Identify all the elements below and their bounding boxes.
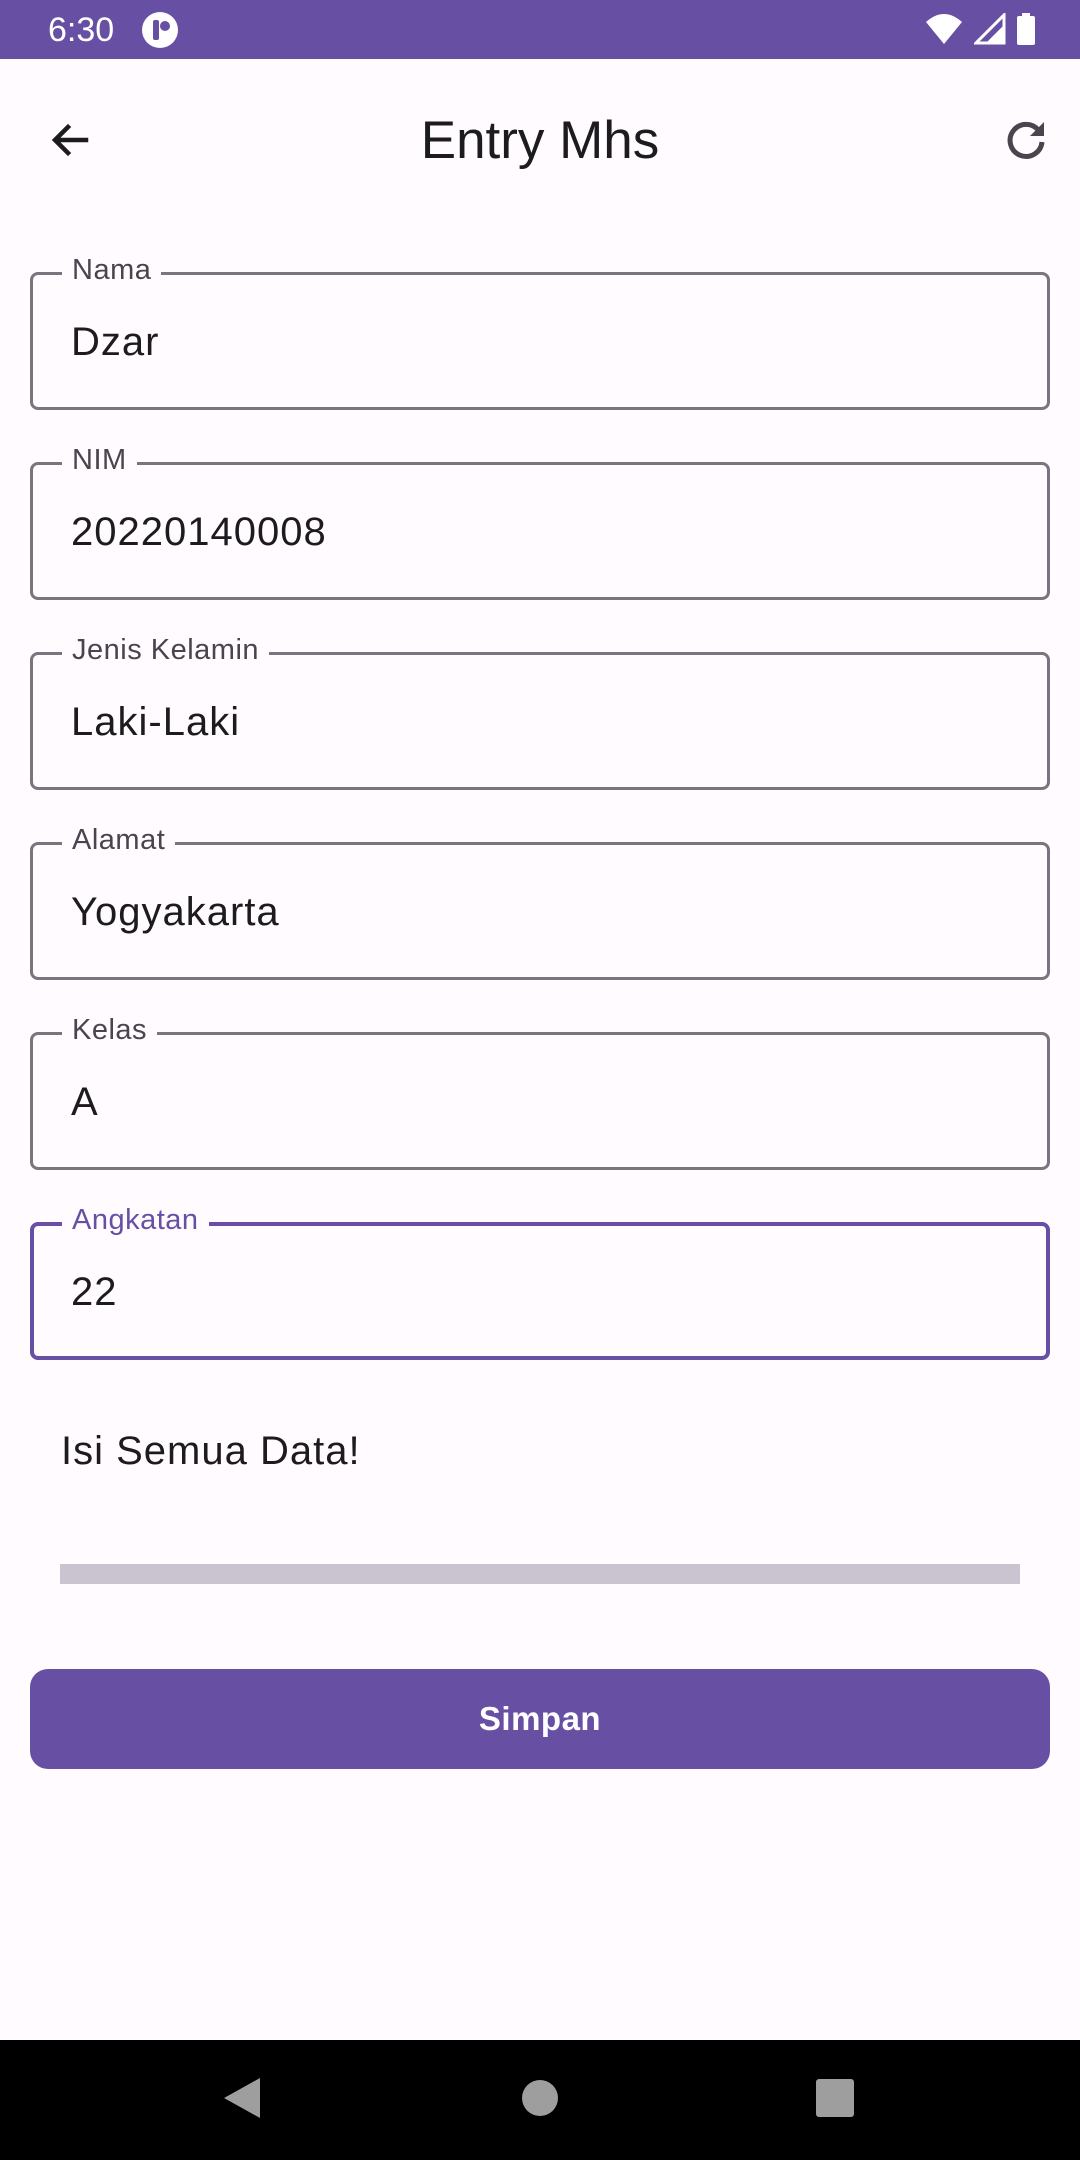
angkatan-field[interactable]: Angkatan <box>30 1200 1050 1360</box>
wifi-icon <box>924 12 964 51</box>
nama-input[interactable] <box>71 310 1011 374</box>
screen: 6:30 Entry Mhs Nama Dzar NIM 20220140008… <box>0 0 1080 2160</box>
refresh-icon <box>1002 116 1050 169</box>
recents-square-icon <box>815 2078 855 2123</box>
validation-message: Isi Semua Data! <box>61 1429 361 1473</box>
jenis-kelamin-input[interactable] <box>71 690 1011 754</box>
navigation-bar <box>0 2040 1080 2160</box>
angkatan-label: Angkatan <box>62 1200 209 1240</box>
status-bar: 6:30 <box>0 0 1080 59</box>
signal-icon <box>972 11 1006 50</box>
kelas-input[interactable] <box>71 1070 1011 1134</box>
home-circle-icon <box>521 2079 559 2122</box>
status-time: 6:30 <box>48 11 115 49</box>
divider <box>60 1564 1020 1584</box>
alamat-field[interactable]: Alamat <box>30 820 1050 980</box>
nav-recents-button[interactable] <box>805 2070 865 2130</box>
back-triangle-icon <box>222 2076 262 2125</box>
jenis-kelamin-field[interactable]: Jenis Kelamin <box>30 630 1050 790</box>
alamat-label: Alamat <box>62 820 176 860</box>
refresh-button[interactable] <box>992 108 1060 176</box>
nim-input[interactable] <box>71 500 1011 564</box>
status-icons <box>924 11 1036 51</box>
alamat-input[interactable] <box>71 880 1011 944</box>
kelas-field[interactable]: Kelas <box>30 1010 1050 1170</box>
nav-home-button[interactable] <box>510 2070 570 2130</box>
battery-icon <box>1016 13 1036 50</box>
page-title: Entry Mhs <box>420 111 660 170</box>
save-button[interactable]: Simpan <box>30 1669 1050 1769</box>
nama-field[interactable]: Nama <box>30 250 1050 410</box>
kelas-label: Kelas <box>62 1010 158 1050</box>
jenis-kelamin-label: Jenis Kelamin <box>62 630 270 670</box>
angkatan-input[interactable] <box>71 1260 1011 1324</box>
app-notification-icon <box>141 11 179 49</box>
nama-label: Nama <box>62 250 162 290</box>
nim-field[interactable]: NIM <box>30 440 1050 600</box>
nav-back-button[interactable] <box>212 2070 272 2130</box>
top-app-bar: Entry Mhs <box>0 59 1080 222</box>
nim-label: NIM <box>62 440 137 480</box>
